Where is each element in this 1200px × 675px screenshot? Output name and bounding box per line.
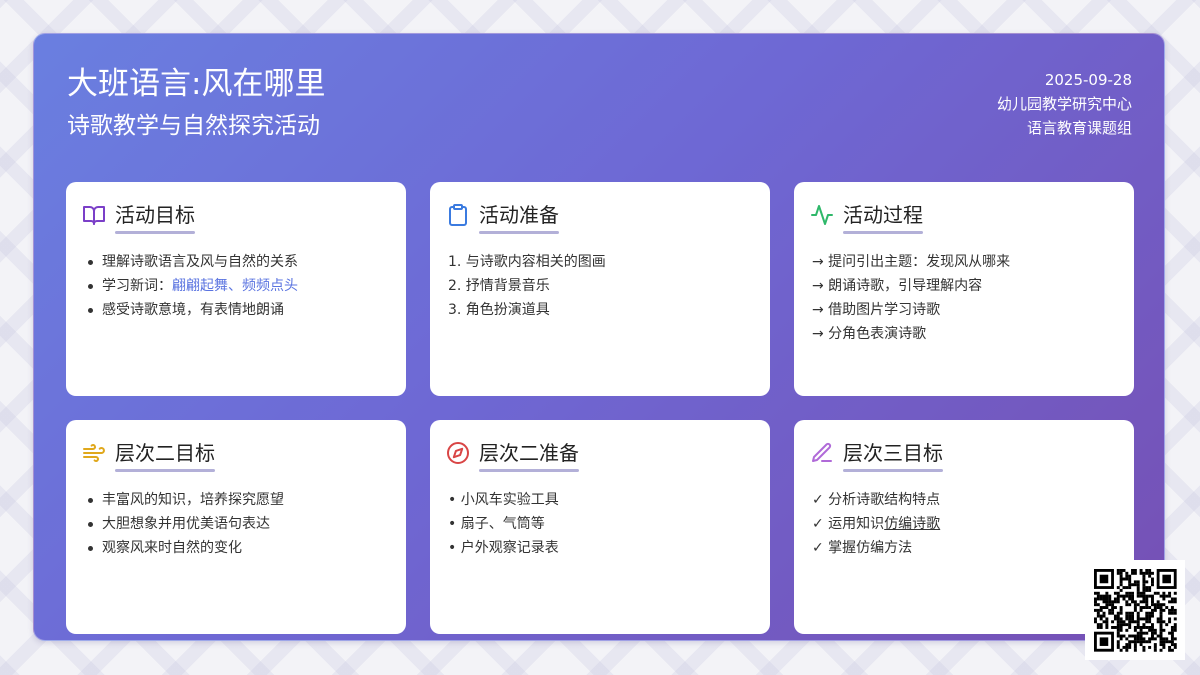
list-item: ✓ 掌握仿编方法 <box>812 540 913 556</box>
card-title: 层次二准备 <box>479 441 579 472</box>
date-label: 2025-09-28 <box>1044 71 1132 89</box>
header-meta: 2025-09-28 幼儿园教学研究中心 语言教育课题组 <box>997 68 1132 140</box>
underlined-term: 仿编诗歌 <box>884 516 941 532</box>
list-item-text: 学习新词： <box>102 278 172 294</box>
card-activity-process: 活动过程 → 提问引出主题：发现风从哪来 → 朗诵诗歌，引导理解内容 → 借助图… <box>794 182 1134 396</box>
list-item: 理解诗歌语言及风与自然的关系 <box>82 250 390 274</box>
list-item: ✓ 分析诗歌结构特点 <box>812 492 941 508</box>
card-level2-prep: 层次二准备 • 小风车实验工具 • 扇子、气筒等 • 户外观察记录表 <box>430 420 770 634</box>
page-subtitle: 诗歌教学与自然探究活动 <box>67 113 320 139</box>
card-level2-goals: 层次二目标 丰富风的知识，培养探究愿望 大胆想象并用优美语句表达 观察风来时自然… <box>66 420 406 634</box>
new-words-highlight: 翩翩起舞、频频点头 <box>172 278 298 294</box>
activity-icon <box>810 203 834 227</box>
card-title: 层次二目标 <box>115 441 215 472</box>
clipboard-icon <box>446 203 470 227</box>
org-label: 幼儿园教学研究中心 <box>996 95 1132 113</box>
list-item: • 扇子、气筒等 <box>448 516 545 532</box>
list-item: 2. 抒情背景音乐 <box>448 278 550 294</box>
list-item: • 小风车实验工具 <box>448 492 559 508</box>
list-item: 感受诗歌意境，有表情地朗诵 <box>82 298 390 322</box>
list-item: 丰富风的知识，培养探究愿望 <box>82 488 390 512</box>
list-item: ✓ 运用知识仿编诗歌 <box>810 512 1118 536</box>
list-item: → 分角色表演诗歌 <box>812 326 927 342</box>
qr-code <box>1085 560 1185 660</box>
list-item: 1. 与诗歌内容相关的图画 <box>448 254 606 270</box>
qr-code-icon <box>1094 569 1177 652</box>
list-item: 3. 角色扮演道具 <box>448 302 550 318</box>
list-item: 大胆想象并用优美语句表达 <box>82 512 390 536</box>
card-title: 活动目标 <box>115 203 195 234</box>
compass-icon <box>446 441 470 465</box>
card-title: 层次三目标 <box>843 441 943 472</box>
list-item: → 借助图片学习诗歌 <box>812 302 941 318</box>
pen-icon <box>810 441 834 465</box>
group-label: 语言教育课题组 <box>1026 119 1132 137</box>
book-icon <box>82 203 106 227</box>
wind-icon <box>82 441 106 465</box>
list-item: • 户外观察记录表 <box>448 540 559 556</box>
list-item: 观察风来时自然的变化 <box>82 536 390 560</box>
card-title: 活动过程 <box>843 203 923 234</box>
card-activity-goals: 活动目标 理解诗歌语言及风与自然的关系 学习新词：翩翩起舞、频频点头 感受诗歌意… <box>66 182 406 396</box>
page-title: 大班语言:风在哪里 <box>67 66 326 102</box>
card-level3-goals: 层次三目标 ✓ 分析诗歌结构特点 ✓ 运用知识仿编诗歌 ✓ 掌握仿编方法 <box>794 420 1134 634</box>
list-item: → 朗诵诗歌，引导理解内容 <box>812 278 983 294</box>
list-item-text: ✓ 运用知识 <box>812 516 885 532</box>
list-item: → 提问引出主题：发现风从哪来 <box>812 254 1011 270</box>
card-title: 活动准备 <box>479 203 559 234</box>
card-activity-prep: 活动准备 1. 与诗歌内容相关的图画 2. 抒情背景音乐 3. 角色扮演道具 <box>430 182 770 396</box>
list-item: 学习新词：翩翩起舞、频频点头 <box>82 274 390 298</box>
